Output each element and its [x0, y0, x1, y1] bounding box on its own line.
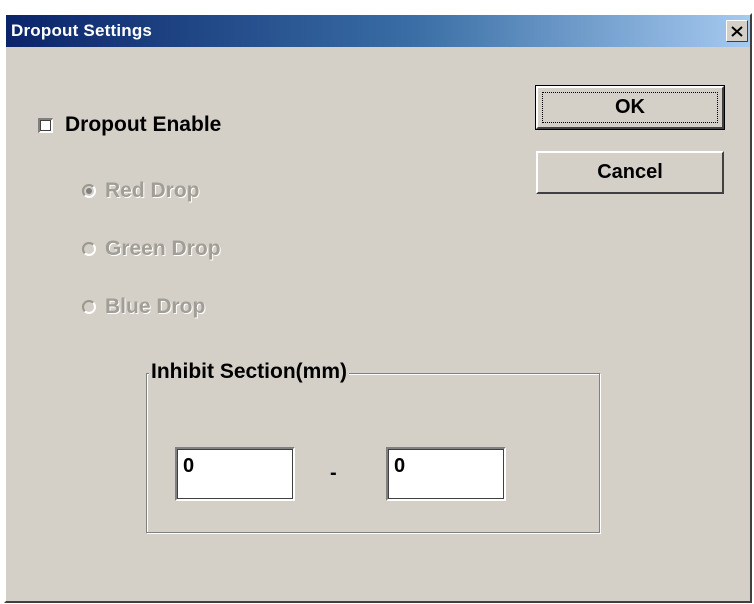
cancel-button-label: Cancel	[597, 161, 663, 183]
radio-button	[82, 242, 96, 256]
close-button[interactable]	[726, 20, 748, 42]
dropout-enable-checkbox[interactable]: Dropout Enable	[38, 113, 221, 137]
radio-label-red-drop: Red Drop	[105, 179, 200, 202]
radio-button	[82, 300, 96, 314]
cancel-button[interactable]: Cancel	[536, 151, 724, 194]
inhibit-from-input[interactable]: 0	[175, 447, 295, 501]
ok-button[interactable]: OK	[535, 85, 725, 130]
radio-label-blue-drop: Blue Drop	[105, 295, 206, 318]
close-icon	[731, 25, 743, 37]
ok-button-label: OK	[615, 96, 645, 118]
range-separator: -	[330, 462, 337, 484]
radio-selected-dot	[86, 188, 92, 194]
inhibit-section-legend: Inhibit Section(mm)	[149, 360, 349, 384]
radio-label-green-drop: Green Drop	[105, 237, 221, 260]
radio-blue-drop: Blue Drop	[82, 295, 205, 319]
dropout-settings-dialog: Dropout Settings Dropout Enable Red Drop…	[4, 13, 752, 603]
radio-button	[82, 184, 96, 198]
title-bar[interactable]: Dropout Settings	[6, 15, 750, 47]
radio-red-drop: Red Drop	[82, 179, 200, 203]
checkbox-box[interactable]	[38, 117, 53, 133]
inhibit-to-input[interactable]: 0	[386, 447, 506, 501]
dropout-enable-label: Dropout Enable	[65, 113, 222, 136]
dialog-title: Dropout Settings	[11, 21, 153, 40]
radio-green-drop: Green Drop	[82, 237, 221, 261]
